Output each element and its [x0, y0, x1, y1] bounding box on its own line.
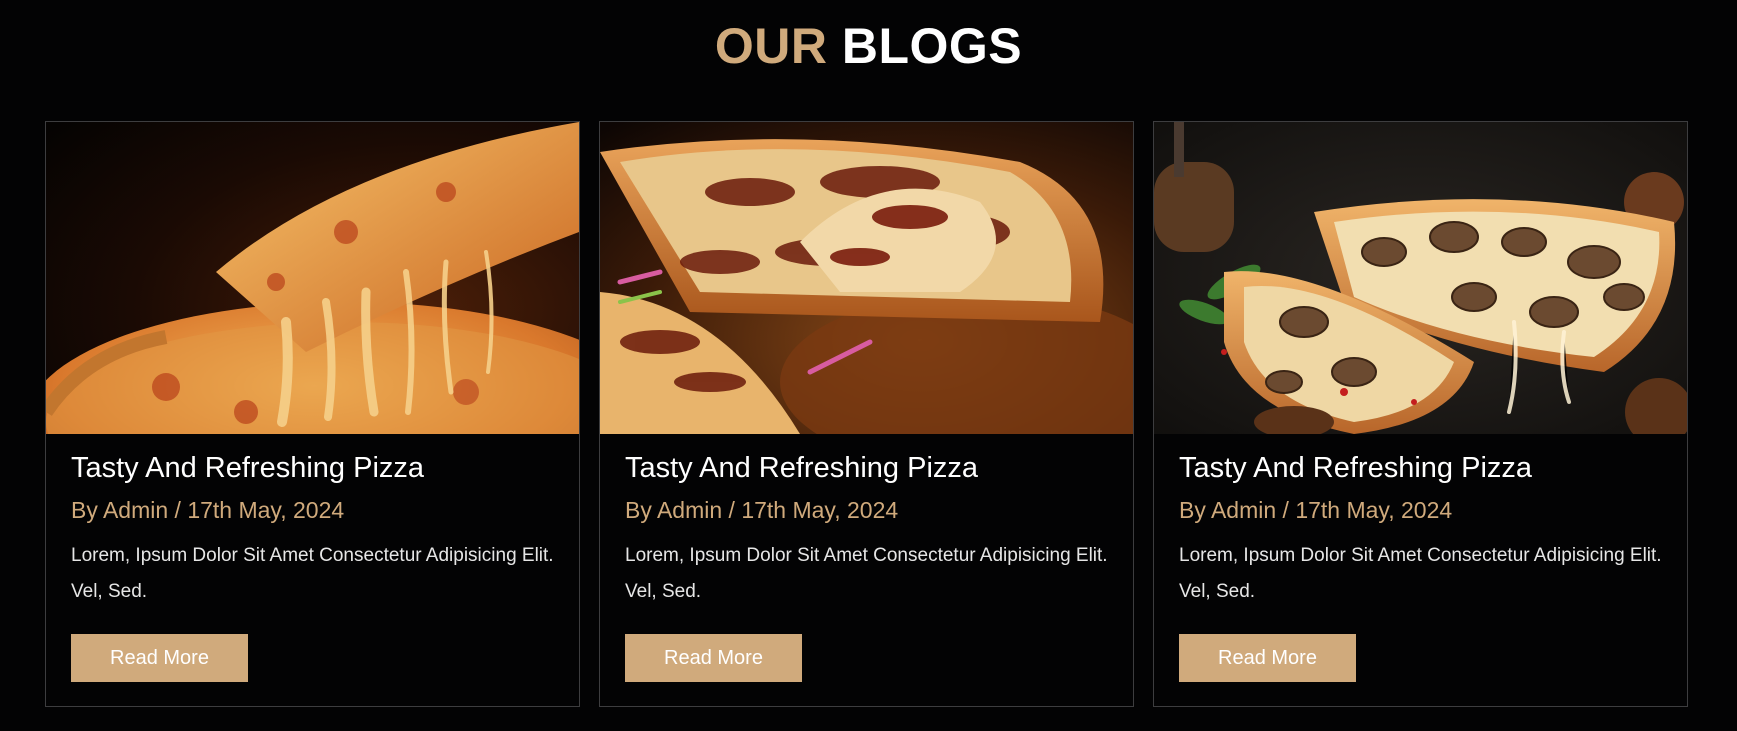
section-heading: OUR BLOGS [0, 16, 1737, 76]
post-title[interactable]: Tasty And Refreshing Pizza [1179, 449, 1532, 487]
bbq-chicken-pizza-photo [600, 122, 1133, 434]
read-more-button[interactable]: Read More [71, 634, 248, 682]
post-excerpt: Lorem, Ipsum Dolor Sit Amet Consectetur … [1179, 545, 1662, 602]
post-excerpt: Lorem, Ipsum Dolor Sit Amet Consectetur … [71, 545, 554, 602]
cheese-pizza-pull-photo [46, 122, 579, 434]
post-excerpt: Lorem, Ipsum Dolor Sit Amet Consectetur … [625, 545, 1108, 602]
read-more-button[interactable]: Read More [1179, 634, 1356, 682]
heading-rest: BLOGS [841, 18, 1023, 74]
post-meta: By Admin / 17th May, 2024 [625, 497, 899, 523]
blog-card: Tasty And Refreshing Pizza By Admin / 17… [599, 121, 1134, 707]
post-meta: By Admin / 17th May, 2024 [1179, 497, 1453, 523]
post-meta: By Admin / 17th May, 2024 [71, 497, 345, 523]
blog-card: Tasty And Refreshing Pizza By Admin / 17… [45, 121, 580, 707]
read-more-button[interactable]: Read More [625, 634, 802, 682]
post-title[interactable]: Tasty And Refreshing Pizza [625, 449, 978, 487]
post-title[interactable]: Tasty And Refreshing Pizza [71, 449, 424, 487]
mushroom-pizza-photo [1154, 122, 1687, 434]
heading-accent: OUR [714, 18, 828, 74]
blog-card: Tasty And Refreshing Pizza By Admin / 17… [1153, 121, 1688, 707]
